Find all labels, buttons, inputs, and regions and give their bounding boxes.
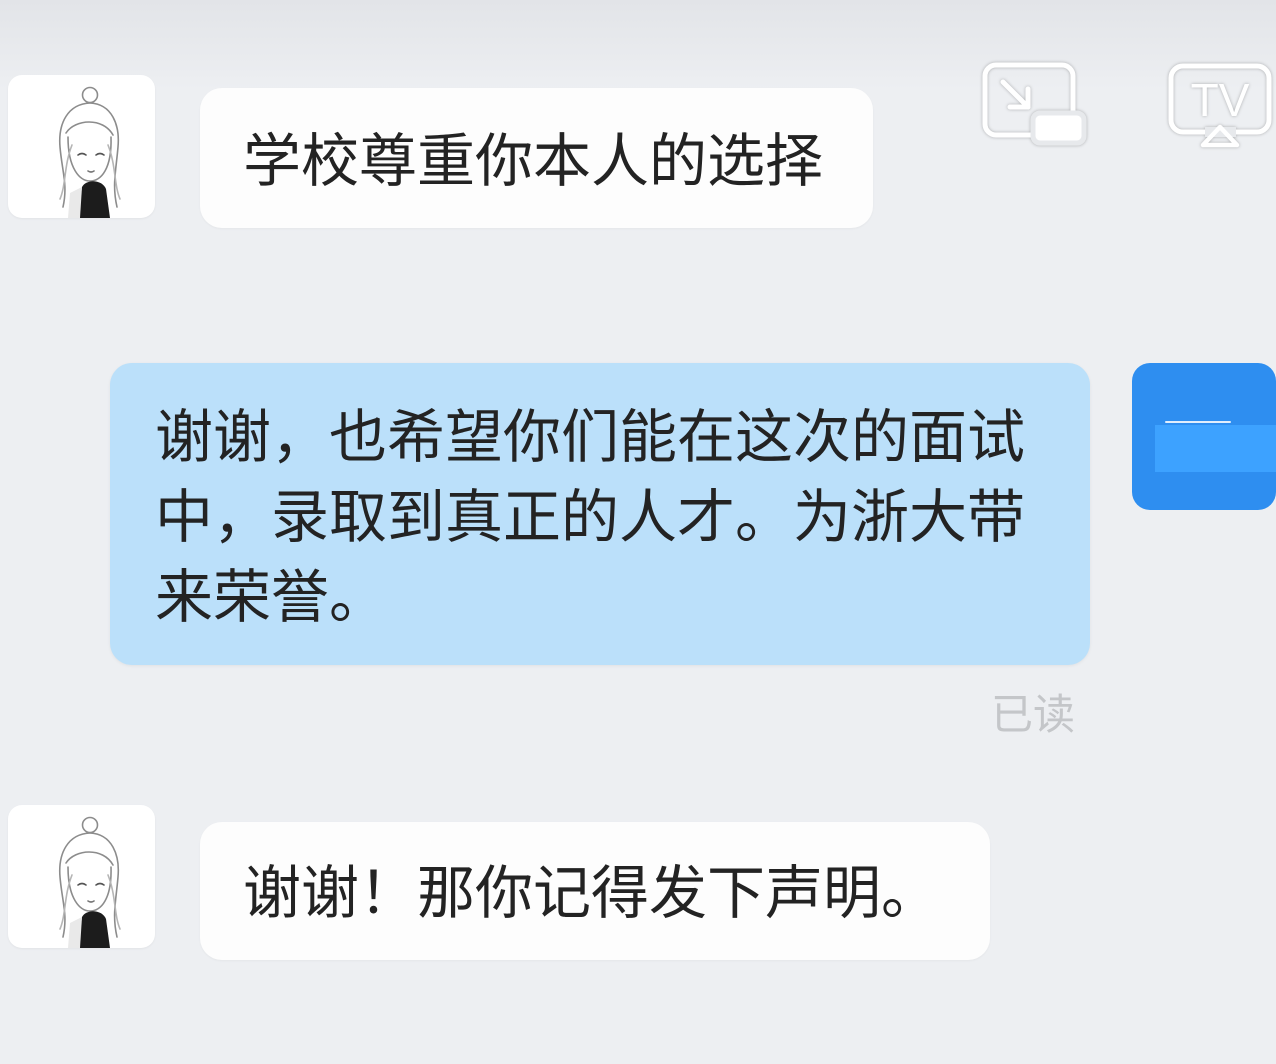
sketch-girl-avatar-image xyxy=(58,86,121,218)
message-bubble[interactable]: 谢谢！那你记得发下声明。 xyxy=(200,822,990,960)
read-status: 已读 xyxy=(991,690,1076,739)
message-text-line: 中，录取到真正的人才。为浙大带 xyxy=(155,483,1026,551)
tv-label: TV xyxy=(1191,74,1250,126)
avatar-logo-band xyxy=(1155,425,1276,472)
tv-cast-icon[interactable]: TV xyxy=(1167,61,1274,149)
message-bubble[interactable]: 学校尊重你本人的选择 xyxy=(200,88,873,228)
avatar-logo-mark xyxy=(1165,421,1231,423)
screen-cast-icon[interactable] xyxy=(981,60,1087,146)
contact-avatar[interactable] xyxy=(8,805,155,948)
contact-avatar[interactable] xyxy=(8,75,155,218)
message-text: 学校尊重你本人的选择 xyxy=(243,127,824,195)
sketch-girl-avatar-image xyxy=(58,816,121,948)
my-avatar[interactable] xyxy=(1132,363,1276,510)
message-bubble-sent[interactable]: 谢谢，也希望你们能在这次的面试 中，录取到真正的人才。为浙大带 来荣誉。 xyxy=(110,363,1090,665)
message-text-line: 谢谢，也希望你们能在这次的面试 xyxy=(155,403,1026,471)
message-text-line: 来荣誉。 xyxy=(155,563,388,631)
message-text: 谢谢！那你记得发下声明。 xyxy=(243,859,940,927)
